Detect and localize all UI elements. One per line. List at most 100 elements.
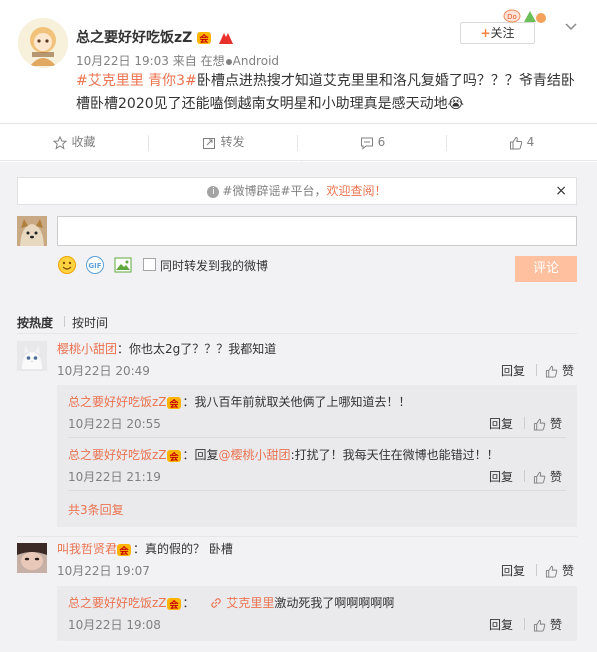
image-icon[interactable]	[113, 255, 133, 275]
svg-text:会: 会	[200, 33, 210, 45]
replier-name[interactable]: 总之要好好吃饭zZ	[68, 448, 167, 462]
reply-time: 10月22日 20:55	[68, 417, 161, 431]
thumb-up-icon	[545, 565, 558, 578]
svg-text:Do: Do	[507, 13, 517, 21]
like-label: 赞	[562, 564, 575, 578]
like-count: 4	[526, 135, 535, 149]
chevron-down-icon[interactable]	[563, 18, 579, 34]
link-icon	[210, 597, 222, 612]
also-forward-label[interactable]: 同时转发到我的微博	[160, 257, 268, 274]
emoji-icon[interactable]	[57, 255, 77, 275]
reply-button[interactable]: 回复	[489, 415, 513, 432]
reply-prefix: ：回复	[182, 448, 219, 462]
vip-badge-icon: 会	[197, 31, 213, 45]
follow-sticker-icon: Do	[502, 6, 548, 26]
reply-topic-link[interactable]: 艾克里里	[226, 596, 274, 610]
reply-button[interactable]: 回复	[489, 468, 513, 485]
submit-comment-button[interactable]: 评论	[515, 256, 577, 282]
forward-button[interactable]: 转发	[149, 124, 298, 160]
reply-button[interactable]: 回复	[489, 616, 513, 633]
action-separator	[536, 364, 537, 376]
like-label: 赞	[550, 470, 563, 484]
commenter-name[interactable]: 叫我哲贤君	[57, 542, 117, 556]
action-bar: 收藏 转发 6 4	[0, 123, 597, 161]
comment-input[interactable]	[57, 216, 577, 246]
svg-text:会: 会	[169, 599, 179, 611]
post-date[interactable]: 10月22日 19:03	[76, 54, 169, 68]
also-forward-checkbox[interactable]	[143, 258, 156, 271]
author-name-text[interactable]: 总之要好好吃饭zZ	[76, 30, 192, 46]
forward-icon	[203, 137, 216, 149]
thumb-up-icon	[533, 471, 546, 484]
close-icon[interactable]: ×	[555, 178, 567, 204]
reply-button[interactable]: 回复	[501, 562, 525, 579]
like-comment-button[interactable]: 赞	[533, 468, 562, 485]
reply-colon: ：	[182, 596, 195, 610]
android-dot-icon	[225, 58, 232, 65]
favorite-button[interactable]: 收藏	[0, 124, 149, 160]
post-source[interactable]: 在想	[201, 54, 225, 68]
commenter-avatar[interactable]	[17, 543, 47, 573]
like-label: 赞	[562, 364, 575, 378]
comment-button[interactable]: 6	[298, 124, 447, 160]
comment-text: ：你也太2g了？？？我都知道	[117, 342, 277, 356]
comment-body: 樱桃小甜团：你也太2g了？？？我都知道	[57, 340, 276, 357]
like-comment-button[interactable]: 赞	[533, 415, 562, 432]
like-label: 赞	[550, 417, 563, 431]
action-separator	[536, 564, 537, 576]
sort-by-hot[interactable]: 按热度	[17, 314, 53, 331]
mention-link[interactable]: @樱桃小甜团	[219, 448, 291, 462]
svg-text:会: 会	[169, 451, 179, 463]
gif-icon[interactable]: GIF	[85, 255, 105, 275]
topic-link[interactable]: #艾克里里 青你3#	[76, 73, 197, 89]
action-separator	[524, 618, 525, 630]
post-device: Android	[232, 54, 280, 68]
svg-text:GIF: GIF	[88, 262, 101, 270]
comment-text: ：真的假的？ 卧槽	[133, 542, 233, 556]
notice-text: #微博辟谣#平台，	[222, 184, 327, 198]
action-separator	[524, 470, 525, 482]
replier-name[interactable]: 总之要好好吃饭zZ	[68, 596, 167, 610]
post-body: #艾克里里 青你3#卧槽点进热搜才知道艾克里里和洛凡复婚了吗？？？爷青结卧槽卧槽…	[76, 70, 576, 116]
svg-text:会: 会	[169, 398, 179, 410]
author-avatar[interactable]	[18, 18, 68, 68]
reply-text: ：我八百年前就取关他俩了上哪知道去！！	[182, 395, 411, 409]
star-icon	[53, 135, 68, 150]
notice-link[interactable]: 欢迎查阅！	[327, 184, 387, 198]
sort-divider	[17, 333, 577, 334]
comment-count: 6	[377, 135, 386, 149]
reply-divider	[68, 490, 566, 491]
follow-label: 关注	[490, 26, 515, 40]
like-label: 赞	[550, 618, 563, 632]
like-comment-button[interactable]: 赞	[545, 362, 574, 379]
reply-divider	[68, 437, 566, 438]
plus-icon: +	[480, 26, 491, 40]
action-separator	[524, 417, 525, 429]
vip-badge-icon: 会	[166, 597, 183, 611]
favorite-label: 收藏	[71, 135, 96, 149]
thumb-up-icon	[533, 418, 546, 431]
vip-badge-icon: 会	[117, 543, 133, 557]
sort-by-time[interactable]: 按时间	[72, 314, 108, 331]
thumb-up-icon	[545, 365, 558, 378]
commenter-name[interactable]: 樱桃小甜团	[57, 342, 117, 356]
reply-button[interactable]: 回复	[501, 362, 525, 379]
like-comment-button[interactable]: 赞	[533, 616, 562, 633]
more-replies-link[interactable]: 共3条回复	[68, 501, 124, 518]
info-icon: i	[207, 185, 220, 198]
commenter-avatar[interactable]	[17, 341, 47, 371]
my-avatar[interactable]	[17, 216, 47, 246]
thumb-up-icon	[533, 619, 546, 632]
comment-icon	[360, 137, 373, 150]
sort-separator	[64, 316, 65, 327]
author-name[interactable]: 总之要好好吃饭zZ 会	[76, 27, 234, 47]
reply-body: 总之要好好吃饭zZ 会：我八百年前就取关他俩了上哪知道去！！	[68, 393, 411, 410]
like-button[interactable]: 4	[447, 124, 596, 160]
replier-name[interactable]: 总之要好好吃饭zZ	[68, 395, 167, 409]
reply-text: :打扰了！我每天住在微博也能错过！！	[290, 448, 499, 462]
comment-divider	[17, 536, 577, 537]
svg-text:会: 会	[120, 545, 130, 557]
level-badge-icon	[218, 31, 234, 45]
like-comment-button[interactable]: 赞	[545, 562, 574, 579]
comment-body: 叫我哲贤君会：真的假的？ 卧槽	[57, 540, 233, 557]
